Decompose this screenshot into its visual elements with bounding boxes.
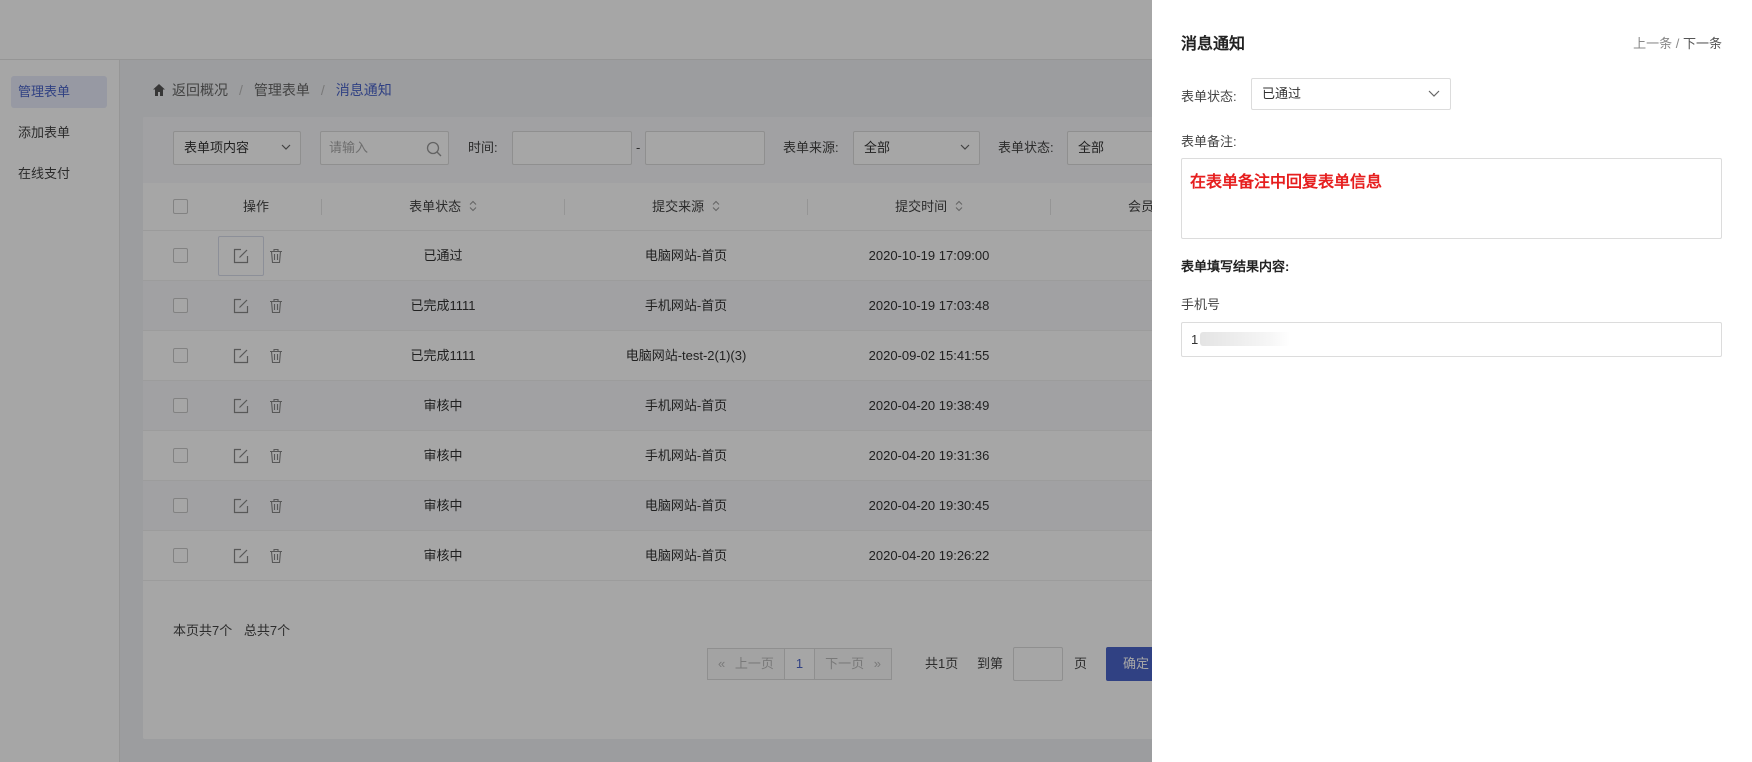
phone-field-label: 手机号 [1181, 297, 1221, 312]
prev-record-link[interactable]: 上一条 [1633, 36, 1672, 51]
status-dropdown[interactable]: 已通过 [1251, 78, 1451, 110]
phone-field-value: 1 [1191, 332, 1199, 347]
result-section-label: 表单填写结果内容: [1181, 259, 1290, 274]
remark-field-label: 表单备注: [1181, 134, 1237, 149]
redacted-blur [1200, 332, 1291, 346]
record-navigation: 上一条 / 下一条 [1633, 33, 1722, 52]
phone-field[interactable]: 1 [1181, 322, 1722, 357]
status-dropdown-value: 已通过 [1262, 86, 1302, 101]
message-drawer: 消息通知 上一条 / 下一条 表单状态: 已通过 表单备注: 在表单备注中回复表… [1152, 0, 1752, 762]
record-nav-separator: / [1672, 36, 1683, 51]
status-field-label: 表单状态: [1181, 89, 1237, 104]
next-record-link[interactable]: 下一条 [1683, 36, 1722, 51]
chevron-down-icon [1428, 90, 1440, 97]
remark-textarea[interactable]: 在表单备注中回复表单信息 [1181, 158, 1722, 239]
drawer-title: 消息通知 [1181, 36, 1246, 53]
